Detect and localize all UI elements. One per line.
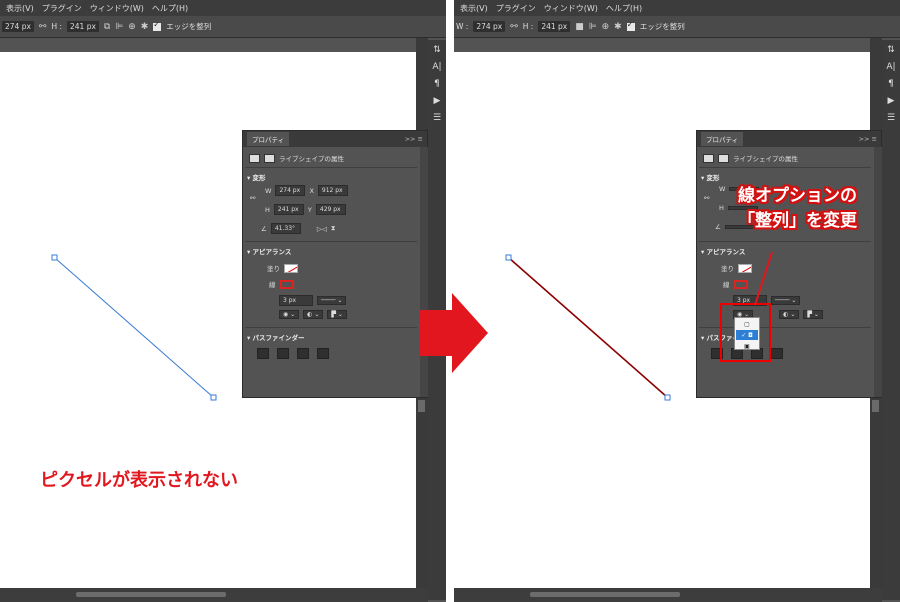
left-annotation: ピクセルが表示されない: [40, 470, 238, 491]
right-annotation-line2: 「整列」を変更: [738, 211, 857, 231]
right-annotation-line1: 線オプションの: [738, 186, 857, 206]
callout-line: [754, 251, 773, 306]
right-annotation: 線オプションの 「整列」を変更: [738, 184, 857, 234]
transition-arrow-icon: [420, 293, 488, 373]
arrow-shape: [420, 293, 488, 373]
